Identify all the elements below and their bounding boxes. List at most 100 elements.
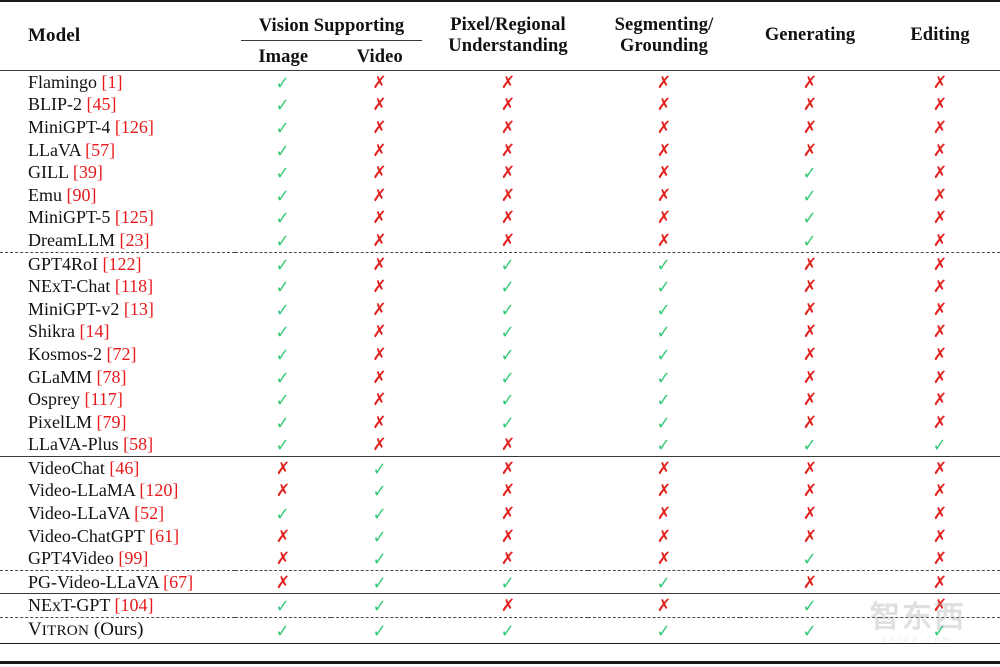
capability-cell-generating: ✓ [740, 161, 880, 184]
capability-cell-editing: ✗ [880, 343, 1000, 366]
capability-cell-vision-video: ✗ [331, 388, 428, 411]
capability-cell-editing: ✗ [880, 275, 1000, 298]
cross-icon: ✗ [500, 163, 516, 184]
check-icon: ✓ [657, 299, 671, 321]
capability-cell-segmenting-grounding: ✗ [588, 161, 740, 184]
capability-cell-vision-video: ✗ [331, 411, 428, 434]
capability-cell-pixel-regional: ✗ [428, 93, 588, 116]
capability-cell-segmenting-grounding: ✗ [588, 139, 740, 162]
model-name-label: Video-LLaVA [28, 503, 130, 524]
cross-icon: ✗ [372, 277, 387, 298]
capability-cell-generating: ✗ [740, 569, 881, 594]
table-row: NExT-Chat [118] ✓ ✗ ✓ ✓ ✗ ✗ [0, 275, 1000, 298]
citation-reference: [13] [123, 298, 154, 319]
capability-cell-pixel-regional: ✗ [428, 139, 588, 162]
cross-icon: ✗ [372, 390, 387, 411]
cross-icon: ✗ [656, 163, 672, 184]
capability-cell-vision-image: ✗ [235, 525, 331, 548]
check-icon: ✓ [501, 367, 515, 389]
capability-cell-generating: ✗ [740, 411, 880, 434]
capability-cell-vision-image: ✓ [235, 275, 331, 298]
capability-cell-vision-image: ✗ [235, 569, 331, 594]
capability-cell-segmenting-grounding: ✓ [588, 569, 741, 594]
citation-reference: [72] [106, 343, 137, 364]
table-row: Flamingo [1] ✓ ✗ ✗ ✗ ✗ ✗ [0, 70, 1000, 93]
capability-cell-vision-video: ✓ [331, 479, 428, 502]
check-icon: ✓ [276, 140, 290, 162]
capability-cell-vision-image: ✓ [235, 320, 331, 343]
citation-reference: [118] [114, 276, 154, 297]
column-header-pixel-line2: Understanding [448, 35, 568, 56]
cross-icon: ✗ [802, 72, 818, 93]
cross-icon: ✗ [802, 481, 818, 502]
check-icon: ✓ [657, 572, 671, 594]
table-row: BLIP-2 [45] ✓ ✗ ✗ ✗ ✗ ✗ [0, 93, 1000, 116]
model-name-label: VideoChat [28, 457, 105, 478]
check-icon: ✓ [803, 185, 817, 207]
cross-icon: ✗ [932, 117, 948, 138]
column-header-vision-group-label: Vision Supporting [241, 16, 423, 41]
cross-icon: ✗ [656, 117, 672, 138]
capability-cell-segmenting-grounding: ✓ [588, 251, 741, 276]
check-icon: ✓ [276, 277, 290, 299]
check-icon: ✓ [372, 572, 387, 594]
cross-icon: ✗ [275, 526, 291, 547]
model-name-cell: Kosmos-2 [72] [0, 343, 235, 366]
citation-reference: [57] [85, 139, 116, 160]
model-name-label: MiniGPT-v2 [28, 298, 120, 319]
cross-icon: ✗ [500, 72, 516, 93]
cross-icon: ✗ [656, 208, 672, 229]
cross-icon: ✗ [372, 140, 387, 161]
check-icon: ✓ [803, 596, 817, 618]
model-name-label: Video-LLaMA [28, 480, 135, 501]
cross-icon: ✗ [275, 549, 291, 570]
cross-icon: ✗ [932, 390, 948, 411]
cross-icon: ✗ [372, 72, 387, 93]
cross-icon: ✗ [932, 95, 948, 116]
column-header-pixel-regional-understanding: Pixel/Regional Understanding [428, 1, 588, 70]
model-name-label: PG-Video-LLaVA [28, 571, 159, 592]
capability-cell-generating: ✗ [740, 275, 880, 298]
capability-cell-generating: ✗ [740, 525, 880, 548]
cross-icon: ✗ [372, 412, 387, 433]
capability-cell-segmenting-grounding: ✓ [588, 343, 740, 366]
cross-icon: ✗ [802, 367, 818, 388]
model-name-cell: Video-LLaMA [120] [0, 479, 235, 502]
capability-cell-segmenting-grounding: ✓ [588, 388, 740, 411]
check-icon: ✓ [657, 322, 671, 344]
capability-cell-pixel-regional: ✓ [428, 411, 588, 434]
table-row: Shikra [14] ✓ ✗ ✓ ✓ ✗ ✗ [0, 320, 1000, 343]
capability-cell-vision-image: ✓ [235, 343, 331, 366]
table-row: DreamLLM [23] ✓ ✗ ✗ ✗ ✓ ✗ [0, 229, 1000, 252]
check-icon: ✓ [657, 344, 671, 366]
capability-cell-generating: ✗ [740, 502, 880, 525]
capability-cell-pixel-regional: ✗ [428, 206, 588, 229]
capability-cell-segmenting-grounding: ✗ [588, 206, 740, 229]
cross-icon: ✗ [932, 163, 948, 184]
citation-reference: [78] [96, 366, 127, 387]
capability-cell-editing: ✗ [880, 593, 1000, 618]
cross-icon: ✗ [932, 504, 948, 525]
citation-reference: [14] [79, 321, 110, 342]
table-row: GPT4RoI [122] ✓ ✗ ✓ ✓ ✗ ✗ [0, 251, 1000, 276]
table-row: Kosmos-2 [72] ✓ ✗ ✓ ✓ ✗ ✗ [0, 343, 1000, 366]
capability-cell-editing: ✗ [880, 93, 1000, 116]
capability-cell-pixel-regional: ✗ [428, 229, 588, 252]
check-icon: ✓ [372, 621, 387, 643]
check-icon: ✓ [501, 299, 515, 321]
model-name-label: MiniGPT-4 [28, 116, 111, 137]
capability-cell-vision-image: ✓ [235, 251, 331, 276]
capability-cell-vision-video: ✓ [331, 569, 429, 594]
citation-reference: [125] [114, 207, 154, 228]
capability-cell-vision-video: ✗ [331, 184, 428, 207]
column-header-vision-video: Video [356, 46, 403, 67]
cross-icon: ✗ [500, 117, 516, 138]
capability-cell-pixel-regional: ✗ [428, 116, 588, 139]
model-name-label: GLaMM [28, 366, 92, 387]
cross-icon: ✗ [802, 344, 818, 365]
capability-cell-vision-video: ✓ [331, 547, 428, 570]
cross-icon: ✗ [372, 185, 387, 206]
cross-icon: ✗ [932, 481, 948, 502]
capability-cell-editing: ✗ [880, 184, 1000, 207]
capability-cell-vision-image: ✓ [235, 366, 331, 389]
